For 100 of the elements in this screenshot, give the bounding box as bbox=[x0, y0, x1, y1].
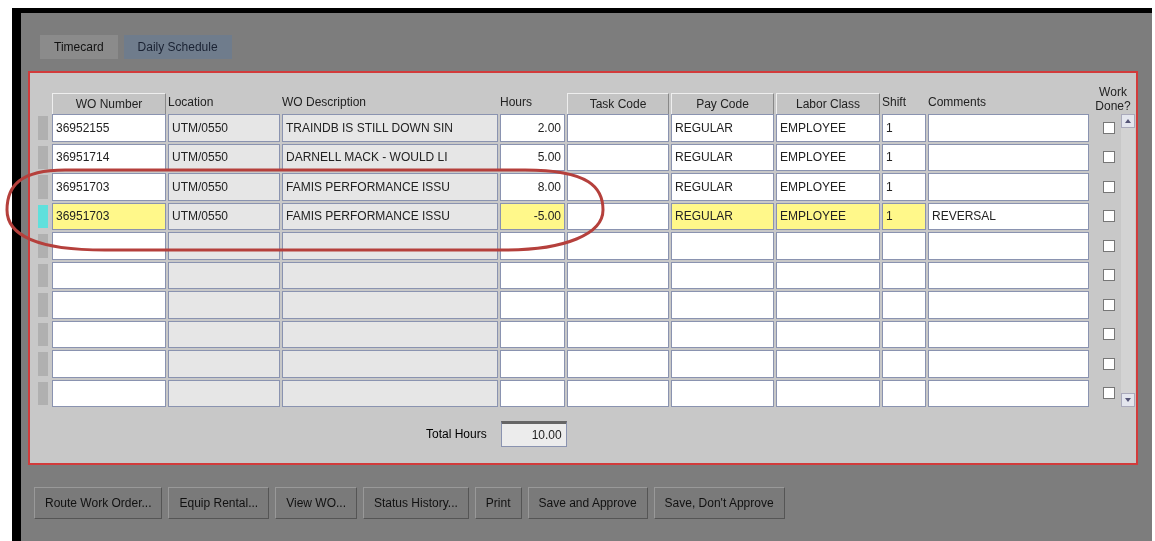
table-cell[interactable]: 36951703 bbox=[52, 202, 166, 230]
checkbox[interactable] bbox=[1103, 239, 1115, 252]
table-cell[interactable] bbox=[882, 350, 926, 378]
table-cell[interactable]: 1 bbox=[882, 114, 926, 142]
row-indicator[interactable] bbox=[38, 234, 48, 258]
table-cell[interactable] bbox=[671, 379, 774, 407]
table-cell[interactable]: REGULAR bbox=[671, 202, 774, 230]
table-cell[interactable] bbox=[671, 350, 774, 378]
table-cell[interactable] bbox=[882, 232, 926, 260]
table-cell[interactable] bbox=[52, 261, 166, 289]
table-cell[interactable] bbox=[567, 202, 669, 230]
table-cell[interactable] bbox=[928, 173, 1089, 201]
table-cell[interactable] bbox=[928, 320, 1089, 348]
table-cell[interactable]: 8.00 bbox=[500, 173, 565, 201]
table-cell[interactable] bbox=[567, 291, 669, 319]
checkbox[interactable] bbox=[1103, 387, 1115, 400]
table-cell[interactable]: EMPLOYEE bbox=[776, 143, 880, 171]
table-cell[interactable] bbox=[671, 320, 774, 348]
table-cell[interactable]: 1 bbox=[882, 143, 926, 171]
table-cell[interactable] bbox=[928, 379, 1089, 407]
table-cell[interactable] bbox=[671, 291, 774, 319]
table-cell[interactable] bbox=[567, 379, 669, 407]
column-header-button[interactable]: Labor Class bbox=[776, 93, 880, 115]
column-header-button[interactable]: WO Number bbox=[52, 93, 166, 115]
table-cell[interactable] bbox=[567, 320, 669, 348]
table-cell[interactable] bbox=[52, 320, 166, 348]
tab[interactable]: Timecard bbox=[40, 35, 118, 59]
action-button[interactable]: Status History... bbox=[363, 487, 469, 519]
checkbox[interactable] bbox=[1103, 180, 1115, 193]
table-cell[interactable] bbox=[776, 232, 880, 260]
checkbox[interactable] bbox=[1103, 121, 1115, 134]
table-cell[interactable] bbox=[671, 261, 774, 289]
column-header: Hours bbox=[500, 95, 533, 111]
table-cell[interactable]: EMPLOYEE bbox=[776, 202, 880, 230]
table-cell[interactable] bbox=[882, 291, 926, 319]
table-cell[interactable]: 36952155 bbox=[52, 114, 166, 142]
table-cell[interactable]: EMPLOYEE bbox=[776, 114, 880, 142]
table-cell[interactable] bbox=[500, 379, 565, 407]
table-cell[interactable] bbox=[52, 291, 166, 319]
action-button[interactable]: Save, Don't Approve bbox=[653, 487, 785, 519]
table-cell[interactable]: REGULAR bbox=[671, 143, 774, 171]
checkbox[interactable] bbox=[1103, 328, 1115, 341]
table-cell[interactable] bbox=[567, 143, 669, 171]
table-cell[interactable] bbox=[928, 114, 1089, 142]
table-cell[interactable] bbox=[567, 173, 669, 201]
table-cell: UTM/0550 bbox=[168, 173, 280, 201]
table-cell[interactable] bbox=[567, 350, 669, 378]
table-cell[interactable] bbox=[882, 379, 926, 407]
table-cell[interactable] bbox=[52, 232, 166, 260]
table-cell[interactable] bbox=[882, 261, 926, 289]
table-cell[interactable]: -5.00 bbox=[500, 202, 565, 230]
table-cell[interactable] bbox=[882, 320, 926, 348]
table-cell[interactable] bbox=[500, 291, 565, 319]
table-cell[interactable] bbox=[776, 261, 880, 289]
table-cell[interactable]: REGULAR bbox=[671, 173, 774, 201]
table-cell[interactable] bbox=[776, 291, 880, 319]
table-cell[interactable] bbox=[928, 291, 1089, 319]
checkbox[interactable] bbox=[1103, 210, 1115, 223]
column-header-button[interactable]: Pay Code bbox=[671, 93, 774, 115]
table-cell[interactable]: 2.00 bbox=[500, 114, 565, 142]
action-button[interactable]: Save and Approve bbox=[527, 487, 648, 519]
table-cell[interactable]: 1 bbox=[882, 173, 926, 201]
table-cell[interactable]: REVERSAL bbox=[928, 202, 1089, 230]
table-cell: DARNELL MACK - WOULD LI bbox=[282, 143, 498, 171]
scroll-up-icon[interactable] bbox=[1121, 114, 1135, 128]
checkbox[interactable] bbox=[1103, 151, 1115, 164]
table-cell[interactable] bbox=[928, 232, 1089, 260]
action-button[interactable]: Equip Rental... bbox=[168, 487, 270, 519]
table-cell[interactable] bbox=[776, 350, 880, 378]
action-button[interactable]: Route Work Order... bbox=[34, 487, 163, 519]
table-cell[interactable] bbox=[52, 379, 166, 407]
column-header: Work Done? bbox=[1094, 85, 1132, 115]
table-cell[interactable] bbox=[567, 261, 669, 289]
action-button[interactable]: Print bbox=[474, 487, 522, 519]
table-cell[interactable] bbox=[671, 232, 774, 260]
table-cell[interactable]: 36951703 bbox=[52, 173, 166, 201]
table-cell[interactable] bbox=[776, 379, 880, 407]
column-header-button[interactable]: Task Code bbox=[567, 93, 669, 115]
table-cell[interactable] bbox=[567, 232, 669, 260]
table-cell[interactable]: 1 bbox=[882, 202, 926, 230]
scroll-down-icon[interactable] bbox=[1121, 393, 1135, 407]
table-cell[interactable] bbox=[928, 261, 1089, 289]
action-button[interactable]: View WO... bbox=[275, 487, 357, 519]
checkbox[interactable] bbox=[1103, 357, 1115, 370]
table-cell[interactable] bbox=[500, 261, 565, 289]
table-cell[interactable] bbox=[776, 320, 880, 348]
table-cell[interactable]: REGULAR bbox=[671, 114, 774, 142]
table-cell[interactable] bbox=[500, 320, 565, 348]
checkbox[interactable] bbox=[1103, 298, 1115, 311]
table-cell[interactable] bbox=[567, 114, 669, 142]
tab[interactable]: Daily Schedule bbox=[123, 35, 232, 59]
table-cell[interactable]: 5.00 bbox=[500, 143, 565, 171]
table-cell[interactable]: 36951714 bbox=[52, 143, 166, 171]
table-cell[interactable] bbox=[928, 143, 1089, 171]
checkbox[interactable] bbox=[1103, 269, 1115, 282]
scrollbar[interactable] bbox=[1121, 114, 1135, 407]
table-cell[interactable] bbox=[52, 350, 166, 378]
table-cell[interactable] bbox=[500, 350, 565, 378]
table-cell[interactable] bbox=[928, 350, 1089, 378]
table-cell[interactable]: EMPLOYEE bbox=[776, 173, 880, 201]
